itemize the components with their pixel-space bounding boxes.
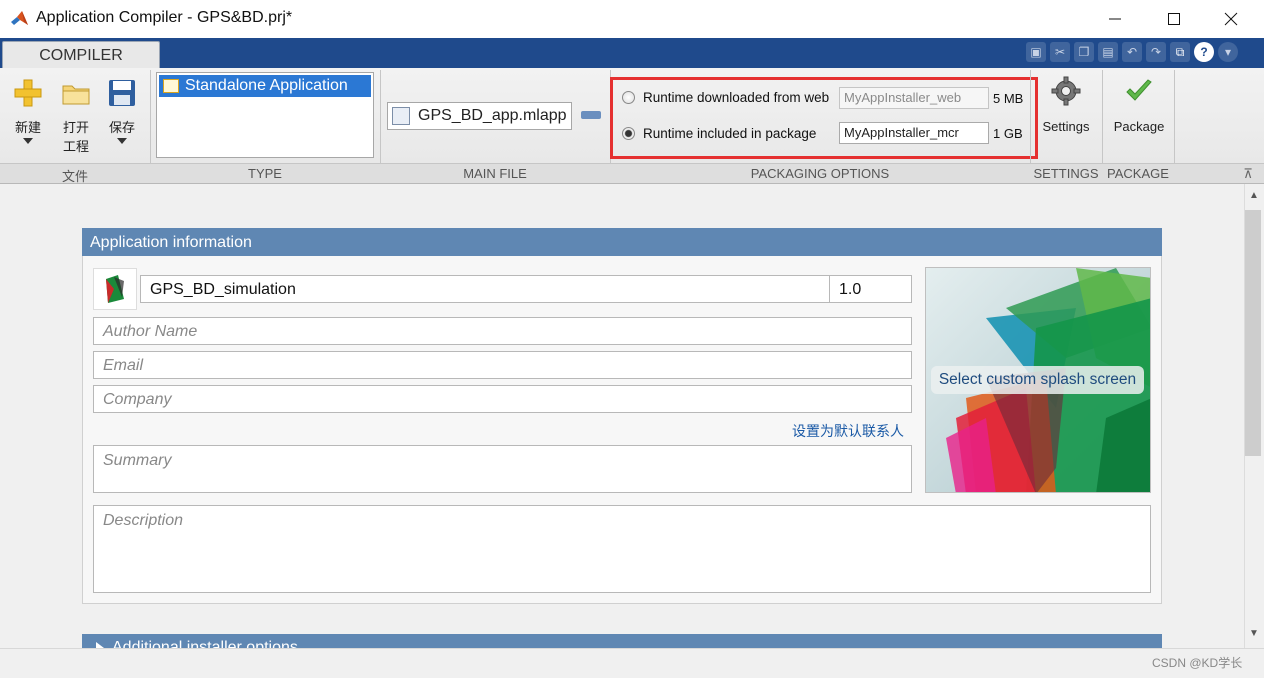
radio-button-selected[interactable] [622, 127, 635, 140]
open-project-button[interactable]: 打开 工程 [56, 74, 96, 155]
group-label-file: 文件 [61, 169, 88, 184]
application-info-header: Application information [82, 228, 1162, 256]
undo-icon[interactable]: ↶ [1122, 42, 1142, 62]
paste-icon[interactable]: ▤ [1098, 42, 1118, 62]
company-input[interactable]: Company [93, 385, 912, 413]
new-button[interactable]: 新建 [8, 74, 48, 144]
floppy-disk-icon [109, 80, 135, 106]
copy-icon[interactable]: ❐ [1074, 42, 1094, 62]
package-runtime-size: 1 GB [993, 126, 1023, 141]
open-label-line1: 打开 [62, 120, 89, 135]
app-icon[interactable] [93, 268, 137, 310]
title-bar: Application Compiler - GPS&BD.prj* [0, 0, 1264, 38]
maximize-icon [1168, 13, 1180, 25]
version-input[interactable]: 1.0 [829, 275, 912, 303]
web-runtime-size: 5 MB [993, 91, 1024, 106]
matlab-logo-icon [11, 11, 28, 25]
select-splash-screen-button[interactable]: Select custom splash screen [931, 366, 1144, 394]
radio-runtime-package[interactable]: Runtime included in package [622, 126, 816, 141]
package-installer-name-input[interactable]: MyAppInstaller_mcr [839, 122, 989, 144]
radio-runtime-package-label: Runtime included in package [643, 126, 817, 141]
application-icon [163, 79, 179, 93]
window-title: Application Compiler - GPS&BD.prj* [36, 9, 293, 26]
collapse-ribbon-icon[interactable]: ⊼ [1238, 166, 1258, 182]
group-label-type: TYPE [248, 166, 282, 181]
quick-access-toolbar: ▣ ✂ ❐ ▤ ↶ ↷ ⧉ ? ▾ [1026, 42, 1238, 62]
description-input[interactable]: Description [93, 505, 1151, 593]
chevron-down-icon[interactable]: ▾ [1218, 42, 1238, 62]
set-default-contact-link[interactable]: 设置为默认联系人 [792, 421, 904, 441]
chevron-down-icon [23, 138, 33, 144]
package-label: Package [1113, 119, 1165, 134]
chevron-down-icon [117, 138, 127, 144]
watermark: CSDN @KD学长 [1152, 656, 1243, 670]
radio-runtime-web-label: Runtime downloaded from web [643, 90, 830, 105]
checkmark-icon [1126, 79, 1152, 101]
open-label-line2: 工程 [62, 139, 89, 154]
close-button[interactable] [1208, 0, 1254, 38]
save-button[interactable]: 保存 [102, 74, 142, 144]
group-label-package: PACKAGE [1107, 166, 1169, 181]
email-input[interactable]: Email [93, 351, 912, 379]
scrollbar-thumb[interactable] [1245, 210, 1261, 456]
redo-icon[interactable]: ↷ [1146, 42, 1166, 62]
group-label-packaging: PACKAGING OPTIONS [750, 166, 890, 181]
radio-runtime-web[interactable]: Runtime downloaded from web [622, 90, 829, 105]
help-icon[interactable]: ? [1194, 42, 1214, 62]
main-file-name: GPS_BD_app.mlapp [418, 107, 567, 124]
app-file-icon [392, 107, 410, 125]
new-label: 新建 [14, 120, 41, 135]
type-item-label: Standalone Application [185, 77, 348, 94]
radio-button[interactable] [622, 91, 635, 104]
close-icon [1224, 12, 1238, 26]
folder-icon [62, 85, 90, 105]
settings-button[interactable]: Settings [1036, 72, 1096, 134]
author-name-input[interactable]: Author Name [93, 317, 912, 345]
app-logo-icon [106, 275, 124, 303]
app-name-input[interactable]: GPS_BD_simulation [140, 275, 830, 303]
summary-input[interactable]: Summary [93, 445, 912, 493]
ribbon-group-labels: 文件 TYPE MAIN FILE PACKAGING OPTIONS SETT… [0, 163, 1264, 184]
status-bar [0, 648, 1264, 678]
web-installer-name-input[interactable]: MyAppInstaller_web [839, 87, 989, 109]
group-label-settings: SETTINGS [1033, 166, 1099, 181]
minimize-button[interactable] [1092, 0, 1138, 38]
scroll-down-icon[interactable]: ▼ [1249, 628, 1259, 639]
scroll-up-icon[interactable]: ▲ [1249, 190, 1259, 201]
tab-compiler[interactable]: COMPILER [2, 41, 160, 69]
maximize-button[interactable] [1151, 0, 1197, 38]
gear-icon [1051, 76, 1081, 106]
settings-label: Settings [1042, 119, 1090, 134]
plus-icon [14, 79, 42, 107]
remove-main-file-button[interactable] [581, 111, 601, 119]
save-icon[interactable]: ▣ [1026, 42, 1046, 62]
cut-icon[interactable]: ✂ [1050, 42, 1070, 62]
minimize-icon [1109, 18, 1121, 20]
switch-windows-icon[interactable]: ⧉ [1170, 42, 1190, 62]
type-list[interactable]: Standalone Application [156, 72, 374, 158]
main-file-entry[interactable]: GPS_BD_app.mlapp [387, 102, 572, 130]
save-label: 保存 [108, 120, 135, 135]
group-label-main-file: MAIN FILE [463, 166, 527, 181]
type-item-standalone[interactable]: Standalone Application [159, 75, 371, 97]
package-button[interactable]: Package [1108, 72, 1170, 134]
